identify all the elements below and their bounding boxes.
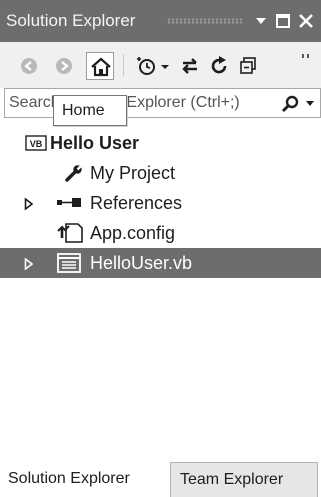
search-input[interactable] [9,92,273,114]
solution-explorer-panel: Solution Explorer Search Solution Explor… [0,0,321,497]
forward-button[interactable] [51,53,77,79]
wrench-icon [65,164,83,182]
tree-item-label: HelloUser.vb [90,253,193,273]
refresh-button[interactable] [206,53,232,79]
back-button[interactable] [16,53,42,79]
tree-item-label: References [90,193,183,213]
vb-form-icon [57,253,81,273]
tree-item-label: Hello User [50,133,140,153]
chevron-down-icon [161,65,169,69]
back-icon [21,58,37,74]
references-icon [57,198,81,207]
drag-grip[interactable] [167,18,242,24]
chevron-down-icon [256,18,266,24]
forward-icon [56,58,72,74]
sync-icon [182,58,197,74]
search-icon[interactable] [280,94,300,114]
maximize-button[interactable] [272,10,294,32]
expand-arrow-icon[interactable] [24,198,34,210]
tab-team-explorer[interactable]: Team Explorer [170,462,318,497]
search-options-dropdown-icon[interactable] [305,99,315,109]
tab-solution-explorer[interactable]: Solution Explorer [0,462,166,497]
vb-project-icon: VB [25,135,47,151]
close-button[interactable] [295,10,317,32]
pending-changes-dropdown[interactable] [158,53,172,79]
search-box [4,88,321,118]
tree-item-hellouser-vb[interactable]: HelloUser.vb [0,248,321,278]
home-icon [91,57,111,77]
overflow-icon [302,54,309,58]
svg-text:VB: VB [30,139,43,149]
home-tooltip: Home [53,95,127,126]
tree-item-my-project[interactable]: My Project [0,158,321,188]
title-bar: Solution Explorer [0,0,321,42]
expand-arrow-icon[interactable] [24,258,34,270]
toolbar-separator [123,54,124,76]
collapse-all-button[interactable] [236,53,262,79]
refresh-icon [211,56,227,74]
maximize-icon [276,14,290,28]
tree-item-solution[interactable]: VB Hello User [0,128,321,158]
config-file-icon [57,223,83,243]
tree-item-references[interactable]: References [0,188,321,218]
tree-item-label: My Project [90,163,176,183]
sync-with-document-button[interactable] [177,53,203,79]
clock-icon [137,57,155,75]
collapse-all-icon [240,57,256,74]
window-title: Solution Explorer [6,11,136,30]
toolbar-overflow[interactable] [296,53,316,79]
tree-item-label: App.config [90,223,176,243]
bottom-tab-strip: Solution Explorer Team Explorer [0,462,321,497]
window-dropdown-button[interactable] [250,10,272,32]
toolbar [0,42,321,88]
close-icon [299,14,313,28]
pending-changes-filter-button[interactable] [134,53,160,79]
tree-item-app-config[interactable]: App.config [0,218,321,248]
home-button[interactable] [86,52,114,80]
